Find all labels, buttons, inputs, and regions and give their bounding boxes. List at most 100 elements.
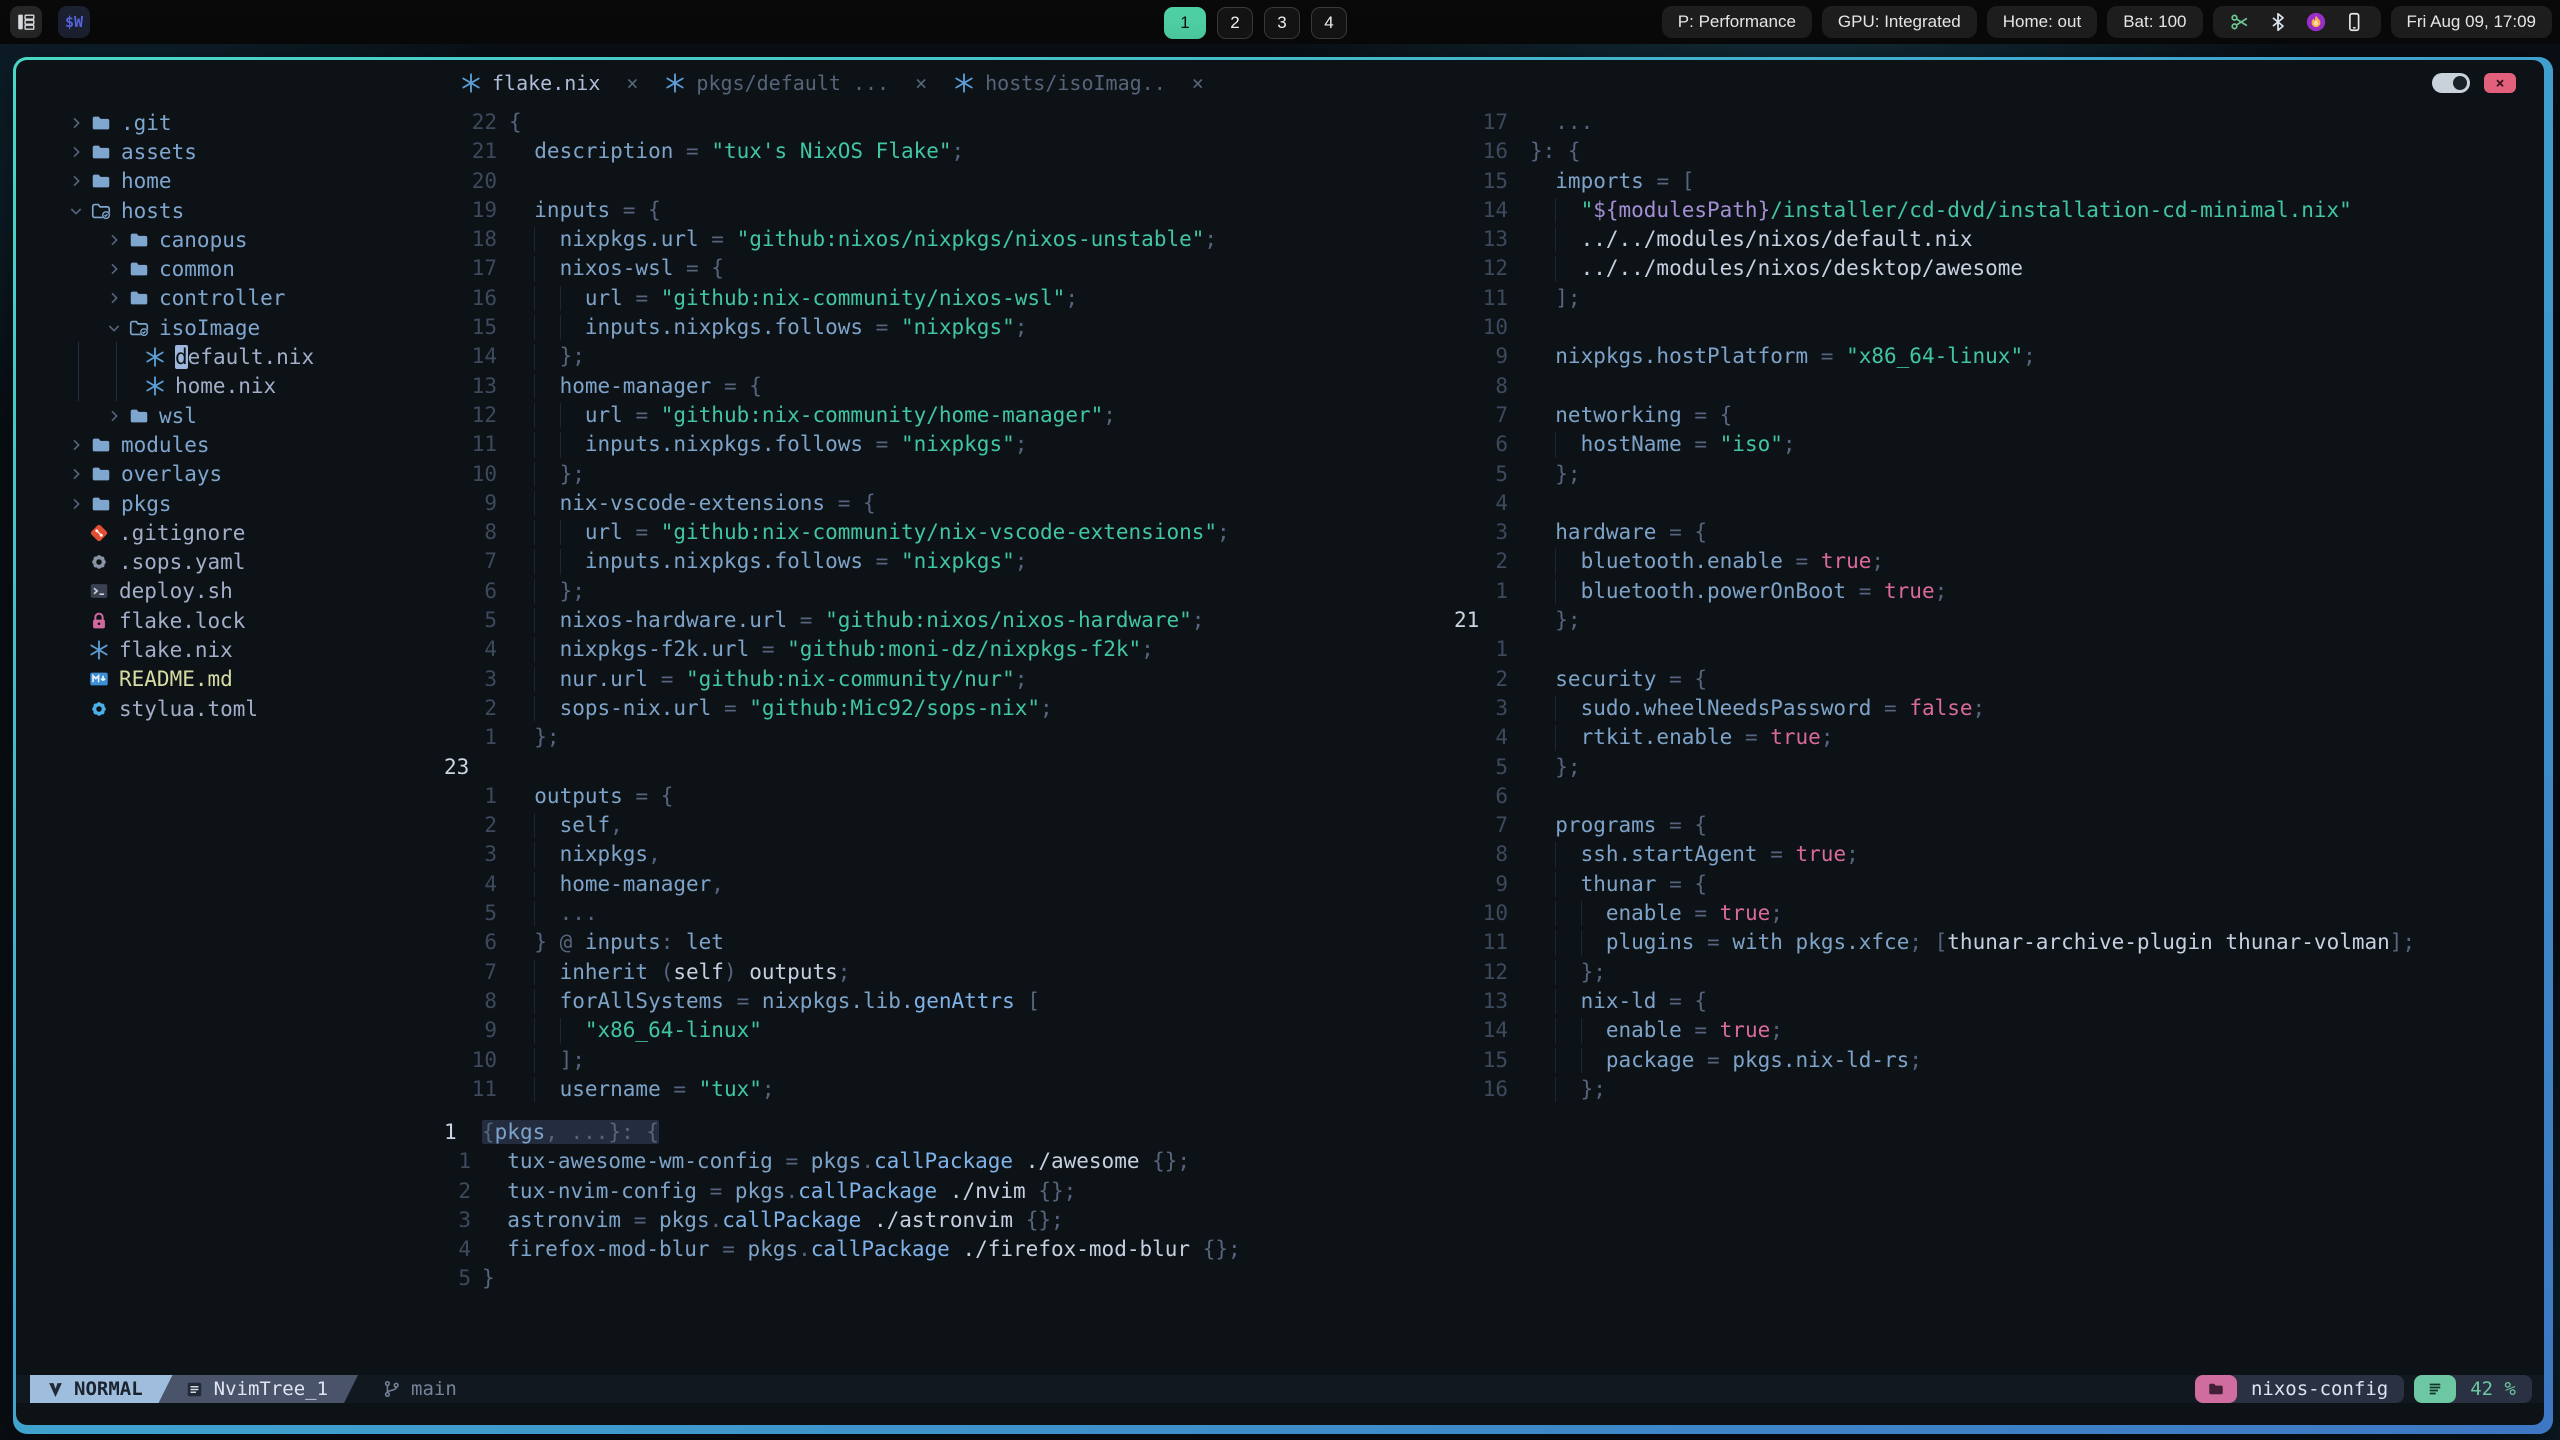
line-number: 7 — [484, 959, 497, 984]
line-number: 16 — [471, 285, 497, 310]
tab-label: hosts/isoImag.. — [985, 71, 1166, 95]
tree-item-flake.lock[interactable]: flake.lock — [16, 606, 442, 635]
chevron-right-icon[interactable] — [64, 466, 88, 482]
flake-nix-line: 5 nixos-hardware.url = "github:nixos/nix… — [444, 606, 1452, 635]
editor-tab-flake.nix[interactable]: flake.nix × — [444, 60, 648, 106]
editor-pane-pkgs-default-nix[interactable]: 1 {pkgs, ...}: {1 tux-awesome-wm-config =… — [444, 1118, 2144, 1294]
editor-tab-pkgs-default-...[interactable]: pkgs/default ... × — [648, 60, 937, 106]
tree-item-canopus[interactable]: canopus — [16, 225, 442, 254]
tab-close-icon[interactable]: × — [1192, 71, 1204, 95]
desktop: { "topbar": { "launcher_icon": "apps-gri… — [0, 0, 2560, 1440]
iso-default-nix-line: 9 nixpkgs.hostPlatform = "x86_64-linux"; — [1454, 342, 2542, 371]
close-icon: × — [2495, 73, 2505, 92]
tree-item-.sops.yaml[interactable]: .sops.yaml — [16, 547, 442, 576]
tree-item-label: isoImage — [159, 315, 261, 340]
scissors-icon[interactable] — [2229, 11, 2251, 33]
tree-item-assets[interactable]: assets — [16, 137, 442, 166]
chevron-right-icon[interactable] — [102, 408, 126, 424]
status-pill: P: Performance — [1661, 6, 1812, 38]
mode-label: NORMAL — [74, 1378, 143, 1400]
chevron-right-icon[interactable] — [102, 261, 126, 277]
iso-default-nix-line: 8 — [1454, 372, 2542, 401]
iso-default-nix-line: 3 hardware = { — [1454, 518, 2542, 547]
workspace-button-4[interactable]: 4 — [1311, 7, 1347, 39]
firefox-flame-icon[interactable] — [2305, 11, 2327, 33]
flake-nix-line: 6 } @ inputs: let — [444, 928, 1452, 957]
chevron-right-icon[interactable] — [64, 173, 88, 189]
chevron-right-icon[interactable] — [64, 496, 88, 512]
chevron-right-icon[interactable] — [64, 115, 88, 131]
chevron-right-icon[interactable] — [102, 290, 126, 306]
nix-flake-icon — [664, 72, 686, 94]
tree-item-controller[interactable]: controller — [16, 284, 442, 313]
workspace-button-2[interactable]: 2 — [1217, 7, 1253, 39]
iso-default-nix-line: 12 }; — [1454, 958, 2542, 987]
tree-item-isoImage[interactable]: isoImage — [16, 313, 442, 342]
chevron-right-icon[interactable] — [64, 437, 88, 453]
code-text: firefox-mod-blur = pkgs.callPackage ./fi… — [482, 1237, 1241, 1262]
chevron-right-icon[interactable] — [102, 232, 126, 248]
tree-item-stylua.toml[interactable]: stylua.toml — [16, 694, 442, 723]
line-number: 11 — [471, 1076, 497, 1101]
wallpaper-logo-button[interactable]: $W — [58, 6, 90, 38]
status-pill: Bat: 100 — [2107, 6, 2203, 38]
tree-item-.git[interactable]: .git — [16, 108, 442, 137]
flake-nix-line: 7 inputs.nixpkgs.follows = "nixpkgs"; — [444, 547, 1452, 576]
app-launcher-button[interactable] — [10, 6, 42, 38]
line-number: 1 — [484, 725, 497, 750]
code-text: ]; — [509, 1047, 585, 1072]
buffer-name: NvimTree_1 — [213, 1378, 329, 1400]
workspace-button-1[interactable]: 1 — [1164, 7, 1206, 39]
tree-item-deploy.sh[interactable]: deploy.sh — [16, 577, 442, 606]
tree-item-.gitignore[interactable]: .gitignore — [16, 518, 442, 547]
tab-close-icon[interactable]: × — [915, 71, 927, 95]
line-number: 5 — [484, 901, 497, 926]
git-icon — [86, 522, 112, 544]
terminal-window: flake.nix × pkgs/default ... × hosts/isoImag… — [13, 57, 2553, 1434]
pkgs-default-nix-line: 1 {pkgs, ...}: { — [444, 1118, 2144, 1147]
toggle-switch[interactable] — [2432, 73, 2470, 93]
folder-icon — [2209, 1383, 2223, 1395]
chevron-down-icon[interactable] — [64, 203, 88, 219]
tree-item-wsl[interactable]: wsl — [16, 401, 442, 430]
line-number: 10 — [1482, 315, 1508, 340]
tree-item-overlays[interactable]: overlays — [16, 460, 442, 489]
flake-nix-line: 7 inherit (self) outputs; — [444, 958, 1452, 987]
window-close-button[interactable]: × — [2484, 73, 2516, 93]
folder-icon — [126, 287, 152, 309]
tree-item-modules[interactable]: modules — [16, 430, 442, 459]
tab-close-icon[interactable]: × — [626, 71, 638, 95]
tree-item-hosts[interactable]: hosts — [16, 196, 442, 225]
editor-pane-flake-nix[interactable]: 22{21 description = "tux's NixOS Flake";… — [444, 108, 1452, 1104]
code-text: inputs.nixpkgs.follows = "nixpkgs"; — [509, 549, 1028, 574]
tree-item-label: home.nix — [175, 374, 277, 399]
bluetooth-icon[interactable] — [2267, 11, 2289, 33]
flake-nix-line: 9 nix-vscode-extensions = { — [444, 489, 1452, 518]
tree-item-pkgs[interactable]: pkgs — [16, 489, 442, 518]
toggle-knob — [2453, 76, 2467, 90]
topbar-left: $W — [10, 6, 90, 38]
tree-item-home.nix[interactable]: home.nix — [16, 371, 442, 401]
dollar-w-logo: $W — [64, 13, 84, 31]
chevron-right-icon[interactable] — [64, 144, 88, 160]
folder-icon — [126, 229, 152, 251]
tree-item-README.md[interactable]: README.md — [16, 665, 442, 694]
code-text: inputs.nixpkgs.follows = "nixpkgs"; — [509, 432, 1028, 457]
workspace-button-3[interactable]: 3 — [1264, 7, 1300, 39]
folder-icon — [126, 405, 152, 427]
folder-icon — [88, 112, 114, 134]
clock-pill: Fri Aug 09, 17:09 — [2390, 6, 2552, 38]
chevron-down-icon[interactable] — [102, 320, 126, 336]
tree-item-label: assets — [121, 139, 197, 164]
tree-item-common[interactable]: common — [16, 254, 442, 283]
editor-tab-hosts-isoImag..[interactable]: hosts/isoImag.. × — [937, 60, 1214, 106]
code-text: bluetooth.powerOnBoot = true; — [1530, 578, 1948, 603]
phone-icon[interactable] — [2343, 11, 2365, 33]
tree-item-flake.nix[interactable]: flake.nix — [16, 635, 442, 664]
code-text: tux-nvim-config = pkgs.callPackage ./nvi… — [482, 1178, 1077, 1203]
tree-item-default.nix[interactable]: default.nix — [16, 342, 442, 372]
tree-item-home[interactable]: home — [16, 167, 442, 196]
editor-pane-iso-default-nix[interactable]: 17 ... 16}: {15 imports = [14 "${modulesP… — [1454, 108, 2542, 1104]
iso-default-nix-line: 14 enable = true; — [1454, 1016, 2542, 1045]
apps-grid-icon — [15, 11, 37, 33]
